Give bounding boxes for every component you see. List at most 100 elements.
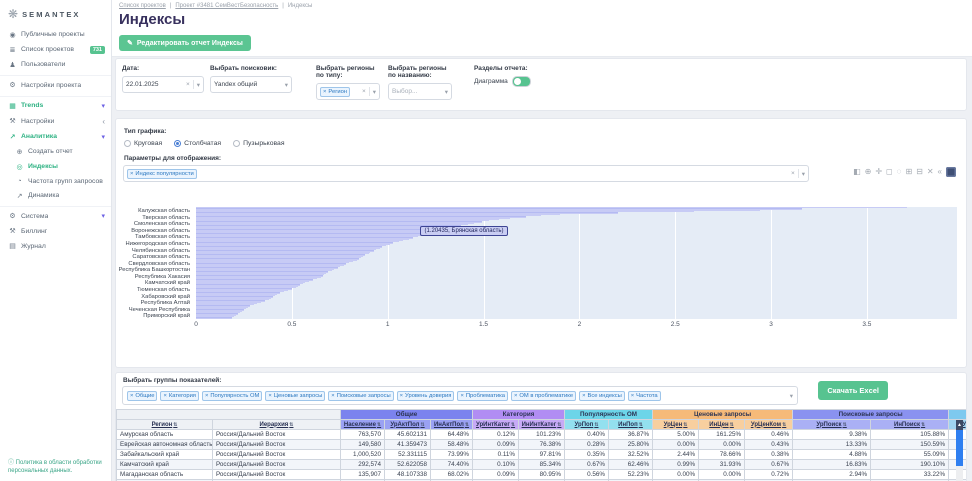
indicator-group-chip[interactable]: ×Ценовые запросы (265, 391, 325, 401)
chip-remove-icon[interactable]: × (631, 393, 634, 399)
region-type-select[interactable]: ×Регион ×▾ (316, 83, 380, 100)
indicator-group-chip[interactable]: ×Категория (160, 391, 199, 401)
chip-remove-icon[interactable]: × (130, 171, 133, 177)
chart-x-tick: 1.5 (479, 321, 488, 328)
table-column-header[interactable]: УрИнтКатег⇅ (473, 420, 519, 430)
chip-remove-icon[interactable]: × (582, 393, 585, 399)
reset-axes-icon[interactable]: « (938, 167, 942, 177)
chart-y-label: Тюменская область (137, 287, 190, 293)
diagram-toggle[interactable] (512, 76, 531, 87)
download-excel-button[interactable]: Скачать Excel (818, 381, 888, 400)
indicator-group-chip[interactable]: ×Общие (127, 391, 157, 401)
display-params-select[interactable]: ×Индекс популярности ×▾ (123, 165, 809, 182)
chip-remove-icon[interactable]: × (460, 393, 463, 399)
param-chip[interactable]: ×Индекс популярности (127, 169, 197, 179)
sidebar-nav: ◉Публичные проекты≣Список проектов731♟По… (0, 27, 111, 254)
table-cell: 0.09% (473, 470, 519, 480)
sidebar-item-indexes[interactable]: ◎Индексы (0, 159, 111, 174)
sidebar-item-public-projects[interactable]: ◉Публичные проекты (0, 27, 111, 42)
table-column-header[interactable]: ИнПоп⇅ (609, 420, 653, 430)
chip-remove-icon[interactable]: × (514, 393, 517, 399)
region-name-placeholder: Выбор... (392, 88, 417, 95)
table-cell: Еврейская автономная область (117, 440, 213, 450)
indicators-panel: Выбрать группы показателей: ×Общие×Катег… (115, 372, 967, 481)
box-select-icon[interactable]: ◻ (886, 167, 893, 177)
table-column-header[interactable]: ИнАктПол⇅ (431, 420, 473, 430)
chip-remove-icon[interactable]: × (268, 393, 271, 399)
chart-y-label: Республика Алтай (141, 300, 190, 306)
scroll-up-icon[interactable]: ▲ (956, 420, 963, 430)
sidebar-item-users[interactable]: ♟Пользователи (0, 57, 111, 72)
indicator-group-chip[interactable]: ×Частота (628, 391, 661, 401)
table-column-header[interactable]: Иерархия⇅ (213, 420, 341, 430)
sidebar-item-dynamics[interactable]: ↗Динамика (0, 188, 111, 203)
autoscale-icon[interactable]: ✕ (927, 167, 934, 177)
region-name-select[interactable]: Выбор... ▾ (388, 83, 452, 100)
table-column-header[interactable]: ИнПоиск⇅ (871, 420, 949, 430)
sidebar-item-project-list[interactable]: ≣Список проектов731 (0, 42, 111, 57)
table-column-header[interactable]: Население⇅ (341, 420, 385, 430)
sidebar-item-label: Аналитика (21, 133, 57, 140)
sidebar-item-create-report[interactable]: ⊕Создать отчет (0, 144, 111, 159)
search-engine-select[interactable]: Yandex общий ▾ (210, 76, 292, 93)
table-column-header[interactable]: УрПоиск⇅ (793, 420, 871, 430)
sidebar-item-system[interactable]: ⚙Система▾ (0, 206, 111, 224)
sidebar-item-settings[interactable]: ⚒Настройки‹ (0, 113, 111, 129)
column-label: УрЦен (664, 422, 683, 428)
logo[interactable]: ❋ SEMANTEX (0, 0, 111, 27)
sidebar-item-journal[interactable]: ▤Журнал (0, 239, 111, 254)
radio-bubble[interactable]: Пузырьковая (233, 140, 284, 147)
table-column-header[interactable]: ИнИнтКатег⇅ (519, 420, 565, 430)
scrollbar-thumb[interactable] (956, 430, 963, 466)
camera-icon[interactable]: ◧ (853, 167, 861, 177)
table-column-header[interactable]: УрПоп⇅ (565, 420, 609, 430)
lasso-select-icon[interactable]: ◌ (897, 167, 902, 177)
indicator-group-chip[interactable]: ×Проблематика (457, 391, 508, 401)
chip-remove-icon[interactable]: × (205, 393, 208, 399)
table-column-header[interactable]: УрАктПол⇅ (385, 420, 431, 430)
diagram-toggle-label: Диаграмма (474, 78, 508, 85)
sidebar-item-project-settings[interactable]: ⚙Настройки проекта (0, 75, 111, 93)
indicator-group-chip[interactable]: ×Поисковые запросы (328, 391, 393, 401)
plotly-logo-icon[interactable] (946, 167, 956, 177)
table-column-header[interactable]: УрЦенКом⇅ (745, 420, 793, 430)
sidebar-item-query-group-frequency[interactable]: ◔Частота групп запросов (0, 174, 111, 188)
clear-icon[interactable]: × (186, 81, 190, 88)
indicator-group-chip[interactable]: ×Уровень доверия (397, 391, 455, 401)
indicator-group-chip[interactable]: ×Популярность ОМ (202, 391, 262, 401)
radio-bar[interactable]: Столбчатая (174, 140, 221, 147)
table-scrollbar[interactable]: ▲ (956, 420, 963, 481)
chip-remove-icon[interactable]: × (400, 393, 403, 399)
sidebar-item-analytics[interactable]: ↗Аналитика▾ (0, 129, 111, 144)
sidebar-item-billing[interactable]: ⚒Биллинг (0, 224, 111, 239)
chip-remove-icon[interactable]: × (331, 393, 334, 399)
sidebar-item-trends[interactable]: ▦Trends▾ (0, 96, 111, 114)
radio-pie[interactable]: Круговая (124, 140, 162, 147)
privacy-policy-link[interactable]: ⓘ Политика в области обработки персональ… (8, 459, 106, 476)
chip-remove-icon[interactable]: × (323, 89, 326, 95)
indicator-groups-select[interactable]: ×Общие×Категория×Популярность ОМ×Ценовые… (122, 386, 798, 405)
table-cell: 36.87% (609, 430, 653, 440)
clear-icon[interactable]: × (362, 88, 366, 95)
breadcrumb-link-projects[interactable]: Список проектов (119, 3, 166, 9)
table-column-header[interactable]: УрЦен⇅ (653, 420, 699, 430)
edit-report-button[interactable]: ✎ Редактировать отчет Индексы (119, 35, 251, 51)
table-cell: 62.46% (609, 460, 653, 470)
clear-icon[interactable]: × (791, 170, 795, 177)
semantex-logo-icon: ❋ (8, 8, 18, 20)
indicator-group-chip[interactable]: ×Все индексы (579, 391, 625, 401)
indicator-group-chip[interactable]: ×ОМ в проблематике (511, 391, 576, 401)
chart-plot-area[interactable]: (1.20435, Брянская область) (196, 207, 957, 319)
table-column-header[interactable]: ИнЦен⇅ (699, 420, 745, 430)
chip-remove-icon[interactable]: × (163, 393, 166, 399)
pan-icon[interactable]: ✛ (875, 167, 882, 177)
table-column-header[interactable]: Регион⇅ (117, 420, 213, 430)
chip-remove-icon[interactable]: × (130, 393, 133, 399)
zoom-icon[interactable]: ⊕ (865, 167, 872, 177)
zoom-out-icon[interactable]: ⊟ (916, 167, 923, 177)
zoom-in-icon[interactable]: ⊞ (905, 167, 912, 177)
region-type-chip[interactable]: ×Регион (320, 87, 350, 97)
date-select[interactable]: 22.01.2025 ×▾ (122, 76, 204, 93)
radio-icon (124, 140, 131, 147)
breadcrumb-link-project[interactable]: Проект #3481 СемВестБезопасность (175, 3, 278, 9)
